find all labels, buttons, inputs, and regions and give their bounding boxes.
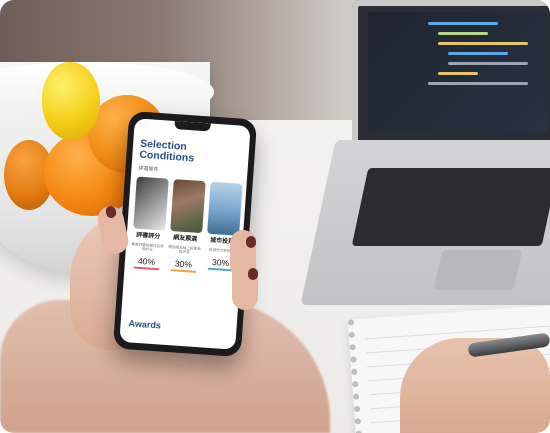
fingernail [246, 236, 256, 248]
card-image [132, 176, 169, 231]
lemon [42, 62, 100, 140]
card-heading: 評審評分 [136, 232, 161, 241]
card-underline [169, 269, 196, 274]
awards-heading: Awards [128, 318, 162, 331]
card-description: 專業評審依據作品表現評分 [131, 241, 164, 252]
phone-screen: Selection Conditions 評選條件 評審評分 專業評審依據作品表… [119, 118, 251, 350]
screen-title: Selection Conditions [139, 137, 195, 165]
condition-card[interactable]: 網友票選 開放網友線上投票參與評選 30% [165, 179, 206, 299]
laptop-trackpad [433, 250, 523, 290]
screen-subtitle: 評選條件 [138, 165, 159, 173]
card-image [169, 179, 206, 234]
card-image [206, 181, 243, 236]
card-description: 開放網友線上投票參與評選 [168, 244, 201, 255]
photo: Selection Conditions 評選條件 評審評分 專業評審依據作品表… [0, 0, 550, 433]
card-heading: 網友票選 [172, 235, 198, 243]
code-editor [368, 12, 548, 132]
laptop-keyboard [351, 168, 550, 246]
fingernail [248, 268, 258, 280]
card-percent: 40% [137, 256, 156, 268]
condition-card[interactable]: 評審評分 專業評審依據作品表現評分 40% [128, 176, 169, 296]
condition-cards: 評審評分 專業評審依據作品表現評分 40% 網友票選 開放網友線上投票參與評選 … [128, 176, 244, 301]
card-underline [132, 266, 160, 271]
card-percent: 30% [174, 258, 193, 270]
phone-notch [174, 121, 211, 132]
card-underline [207, 267, 234, 272]
card-percent: 30% [211, 256, 230, 269]
